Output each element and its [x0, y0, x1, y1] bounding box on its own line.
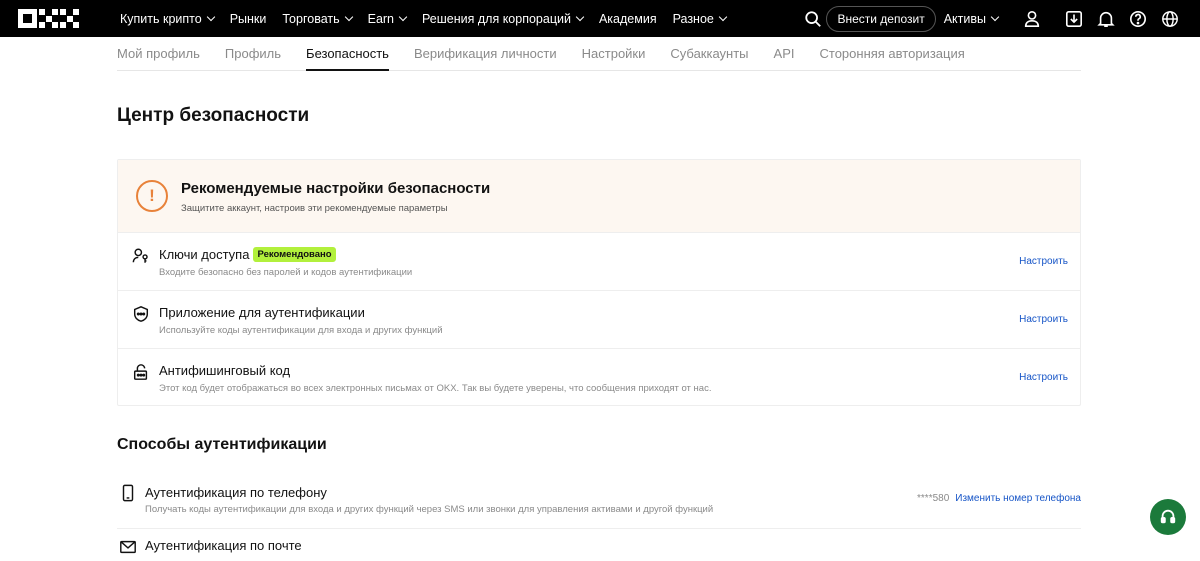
nav-item-label: Торговать — [282, 11, 340, 26]
support-chat-button[interactable] — [1150, 499, 1186, 535]
recommended-title: Рекомендуемые настройки безопасности — [181, 180, 491, 197]
email-auth-title: Аутентификация по почте — [145, 538, 302, 553]
nav-item-2[interactable]: Торговать — [282, 11, 353, 26]
tab-6[interactable]: API — [774, 37, 795, 71]
recommended-subtitle: Защитите аккаунт, настроив эти рекоменду… — [181, 203, 448, 214]
row-title-text: Ключи доступа — [159, 247, 250, 262]
tab-0[interactable]: Мой профиль — [117, 37, 200, 71]
download-icon[interactable] — [1064, 9, 1084, 29]
search-icon[interactable] — [803, 9, 823, 29]
nav-item-0[interactable]: Купить крипто — [120, 11, 215, 26]
nav-item-5[interactable]: Академия — [599, 12, 657, 26]
nav-item-label: Академия — [598, 11, 657, 26]
chevron-down-icon — [344, 12, 353, 22]
chevron-down-icon — [206, 12, 215, 22]
row-subtitle: Используйте коды аутентификации для вход… — [159, 325, 443, 336]
tab-4[interactable]: Настройки — [582, 37, 646, 71]
row-title-text: Приложение для аутентификации — [159, 305, 365, 320]
tab-3[interactable]: Верификация личности — [414, 37, 557, 71]
auth-methods-title: Способы аутентификации — [117, 436, 327, 453]
nav-item-label: Купить крипто — [120, 11, 202, 26]
phone-auth-row: Аутентификация по телефону Получать коды… — [117, 472, 1081, 529]
phone-auth-subtitle: Получать коды аутентификации для входа и… — [145, 504, 714, 515]
headset-icon — [1160, 509, 1176, 524]
row-title: Приложение для аутентификации — [159, 305, 365, 320]
nav-item-label: Разное — [672, 11, 714, 26]
profile-tabs: Мой профиль Профиль Безопасность Верификаци… — [117, 37, 1081, 71]
nav-item-label: Earn — [367, 11, 395, 26]
warning-icon: ! — [136, 180, 168, 212]
shield-icon — [132, 305, 150, 323]
setup-button[interactable]: Настроить — [1019, 256, 1068, 267]
mail-icon — [119, 538, 137, 556]
help-icon[interactable] — [1128, 9, 1148, 29]
deposit-button[interactable]: Внести депозит — [826, 5, 936, 32]
nav-item-6[interactable]: Разное — [672, 11, 728, 26]
okx-logo[interactable] — [18, 9, 82, 28]
nav-item-label: Решения для корпораций — [422, 11, 571, 26]
nav-item-3[interactable]: Earn — [367, 11, 408, 26]
setup-button[interactable]: Настроить — [1019, 314, 1068, 325]
chevron-down-icon — [718, 12, 728, 22]
assets-menu[interactable]: Активы — [943, 11, 1000, 26]
recommended-row-0: Ключи доступа Рекомендовано Входите безопа… — [118, 233, 1080, 291]
recommended-row-1: Приложение для аутентификации Используйте… — [118, 291, 1080, 349]
phone-auth-actions: ****580 Изменить номер телефона — [917, 493, 1081, 504]
tab-7[interactable]: Сторонняя авторизация — [820, 37, 965, 71]
chevron-down-icon — [575, 12, 585, 22]
globe-icon[interactable] — [1160, 9, 1180, 29]
tab-2[interactable]: Безопасность — [306, 37, 389, 71]
top-bar: Купить крипто Рынки Торговать Earn Решения д… — [0, 0, 1200, 37]
nav-item-4[interactable]: Решения для корпораций — [422, 11, 585, 26]
chevron-down-icon — [398, 12, 408, 22]
row-title-text: Антифишинговый код — [159, 363, 291, 378]
email-auth-row: Аутентификация по почте — [117, 538, 1081, 558]
passkey-icon — [132, 247, 150, 265]
page-title: Центр безопасности — [117, 105, 310, 126]
main-nav: Купить крипто Рынки Торговать Earn Решения д… — [120, 0, 742, 37]
masked-phone: ****580 — [917, 493, 950, 504]
phone-icon — [119, 484, 137, 502]
row-subtitle: Этот код будет отображаться во всех элек… — [159, 383, 712, 394]
recommended-header: ! Рекомендуемые настройки безопасности З… — [118, 160, 1080, 233]
change-phone-link[interactable]: Изменить номер телефона — [955, 493, 1081, 504]
bell-icon[interactable] — [1096, 9, 1116, 29]
recommended-badge: Рекомендовано — [253, 247, 336, 262]
tab-1[interactable]: Профиль — [225, 37, 281, 71]
row-subtitle: Входите безопасно без паролей и кодов ау… — [159, 267, 413, 278]
recommended-settings-card: ! Рекомендуемые настройки безопасности З… — [117, 159, 1081, 406]
tab-5[interactable]: Субаккаунты — [670, 37, 748, 71]
row-title: Антифишинговый код — [159, 363, 290, 378]
assets-label: Активы — [943, 11, 986, 26]
setup-button[interactable]: Настроить — [1019, 372, 1068, 383]
lock-icon — [132, 363, 150, 381]
nav-item-label: Рынки — [229, 11, 267, 26]
phone-auth-title: Аутентификация по телефону — [145, 485, 327, 500]
user-icon[interactable] — [1022, 9, 1042, 29]
chevron-down-icon — [990, 12, 1000, 22]
right-tools: Внести депозит Активы — [826, 0, 1200, 37]
nav-item-1[interactable]: Рынки — [230, 12, 267, 26]
recommended-row-2: Антифишинговый код Этот код будет отображ… — [118, 349, 1080, 407]
row-title: Ключи доступа Рекомендовано — [159, 247, 336, 262]
